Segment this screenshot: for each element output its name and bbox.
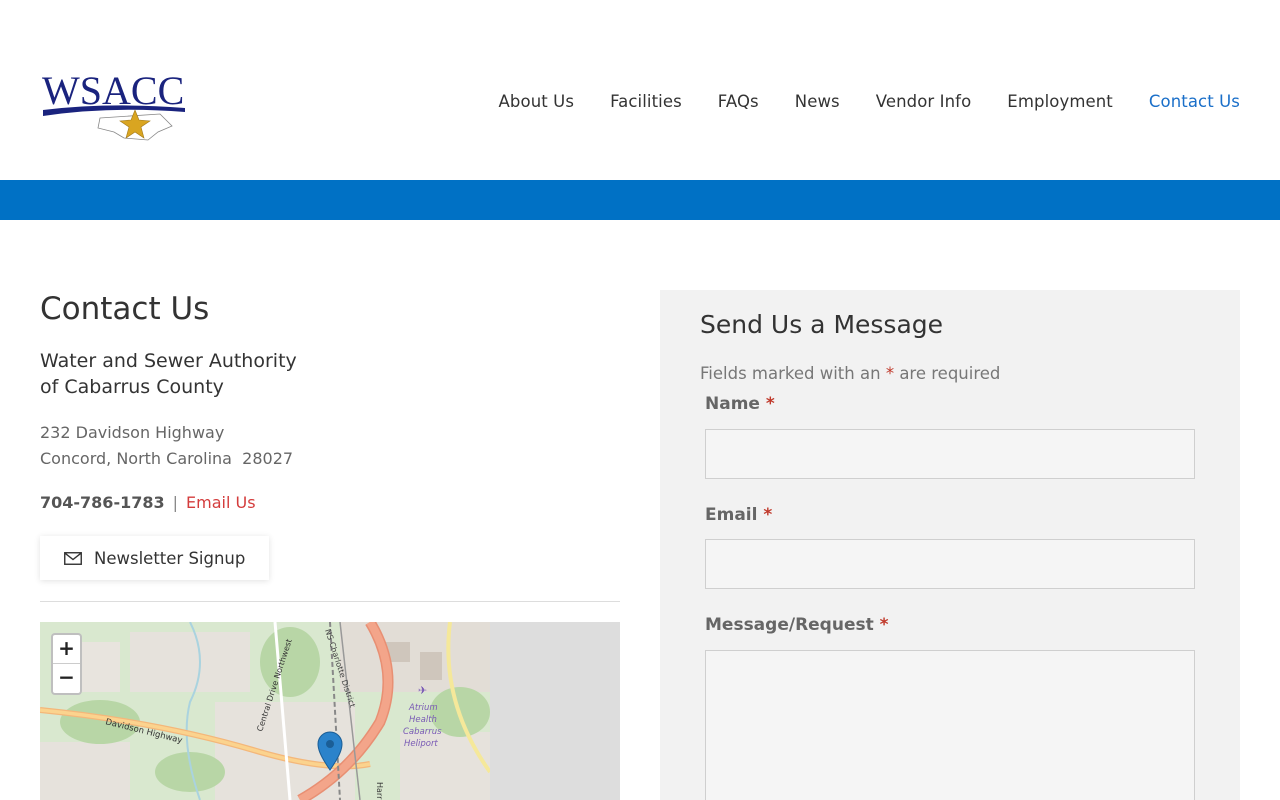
- email-label-text: Email: [705, 505, 758, 525]
- message-field[interactable]: [705, 650, 1195, 800]
- envelope-icon: [64, 551, 82, 565]
- form-title: Send Us a Message: [700, 310, 944, 339]
- email-us-link[interactable]: Email Us: [186, 493, 256, 512]
- nav-employment[interactable]: Employment: [1007, 92, 1113, 111]
- svg-text:Cabarrus: Cabarrus: [403, 727, 442, 737]
- required-star: *: [885, 364, 895, 383]
- separator: |: [172, 493, 178, 512]
- page-title: Contact Us: [40, 291, 210, 327]
- map-zoom-control: + −: [51, 633, 82, 695]
- required-note-prefix: Fields marked with an: [700, 364, 881, 383]
- email-field[interactable]: [705, 539, 1195, 589]
- page-banner: [0, 180, 1280, 220]
- name-label: Name *: [705, 394, 775, 414]
- svg-text:Atrium: Atrium: [408, 703, 438, 713]
- required-star: *: [763, 505, 773, 525]
- nav-facilities[interactable]: Facilities: [610, 92, 682, 111]
- newsletter-signup-label: Newsletter Signup: [94, 548, 246, 568]
- map-label-harr: Harr: [375, 782, 384, 800]
- map-tiles[interactable]: Davidson Highway Central Drive Northwest…: [40, 622, 490, 800]
- nav-contact-us[interactable]: Contact Us: [1149, 92, 1240, 111]
- contact-line: 704-786-1783 | Email Us: [40, 490, 620, 516]
- address-line1: 232 Davidson Highway: [40, 423, 225, 442]
- address-line2: Concord, North Carolina 28027: [40, 449, 294, 468]
- name-field[interactable]: [705, 429, 1195, 479]
- required-fields-note: Fields marked with an * are required: [700, 364, 1000, 383]
- required-note-suffix: are required: [899, 364, 1001, 383]
- airport-icon: ✈: [418, 684, 427, 697]
- nav-faqs[interactable]: FAQs: [718, 92, 759, 111]
- svg-text:Health: Health: [409, 715, 437, 725]
- site-header: WSACC About Us Facilities FAQs News Vend…: [0, 0, 1280, 180]
- newsletter-signup-button[interactable]: Newsletter Signup: [40, 536, 270, 580]
- svg-text:Heliport: Heliport: [404, 739, 438, 749]
- phone-number[interactable]: 704-786-1783: [40, 493, 165, 512]
- nav-about-us[interactable]: About Us: [499, 92, 575, 111]
- nav-vendor-info[interactable]: Vendor Info: [876, 92, 972, 111]
- name-label-text: Name: [705, 394, 760, 414]
- main-navigation: About Us Facilities FAQs News Vendor Inf…: [463, 92, 1240, 111]
- zoom-in-button[interactable]: +: [53, 635, 80, 664]
- message-label: Message/Request *: [705, 615, 889, 635]
- required-star: *: [879, 615, 889, 635]
- email-label: Email *: [705, 505, 772, 525]
- organization-name: Water and Sewer Authority of Cabarrus Co…: [40, 348, 620, 400]
- required-star: *: [765, 394, 775, 414]
- message-label-text: Message/Request: [705, 615, 874, 635]
- wsacc-logo[interactable]: WSACC: [40, 66, 190, 146]
- nav-news[interactable]: News: [795, 92, 840, 111]
- divider: [40, 601, 620, 602]
- org-name-line2: of Cabarrus County: [40, 376, 224, 398]
- address: 232 Davidson Highway Concord, North Caro…: [40, 420, 620, 472]
- contact-info-column: Contact Us Water and Sewer Authority of …: [40, 290, 620, 580]
- zoom-out-button[interactable]: −: [53, 664, 80, 693]
- org-name-line1: Water and Sewer Authority: [40, 350, 297, 372]
- contact-form-panel: Send Us a Message Fields marked with an …: [660, 290, 1240, 800]
- location-map[interactable]: Davidson Highway Central Drive Northwest…: [40, 622, 620, 800]
